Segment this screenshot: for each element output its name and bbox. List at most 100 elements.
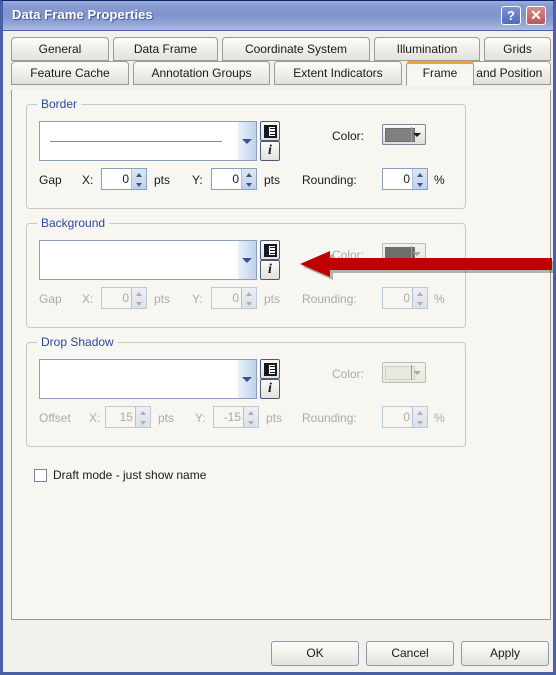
- stepper-up-icon[interactable]: [136, 407, 151, 417]
- close-icon[interactable]: ✕: [526, 6, 546, 25]
- window-title: Data Frame Properties: [12, 7, 153, 22]
- drop-shadow-offset-x-stepper[interactable]: 15: [105, 406, 151, 428]
- border-color-button[interactable]: [382, 124, 426, 145]
- tab-grids[interactable]: Grids: [484, 37, 551, 61]
- stepper-buttons[interactable]: [412, 288, 427, 308]
- drop-shadow-offset-y-value: -15: [223, 410, 241, 424]
- tab-row-bottom: Feature Cache Annotation Groups Extent I…: [11, 61, 551, 86]
- stepper-up-icon[interactable]: [242, 288, 257, 298]
- stepper-down-icon[interactable]: [242, 298, 257, 308]
- stepper-buttons[interactable]: [131, 288, 146, 308]
- background-symbol-combo[interactable]: [39, 240, 257, 280]
- background-style-ref-icon[interactable]: i: [260, 260, 280, 280]
- drop-shadow-symbol-combo[interactable]: [39, 359, 257, 399]
- background-x-label: X:: [82, 292, 94, 306]
- stepper-up-icon[interactable]: [132, 169, 147, 179]
- color-divider: [411, 365, 412, 380]
- draft-mode-checkbox[interactable]: [34, 468, 47, 482]
- stepper-up-icon[interactable]: [132, 288, 147, 298]
- drop-shadow-rounding-label: Rounding:: [302, 411, 357, 425]
- tab-extent-indicators[interactable]: Extent Indicators: [274, 61, 402, 85]
- border-style-ref-icon[interactable]: i: [260, 141, 280, 161]
- stepper-buttons[interactable]: [241, 169, 256, 189]
- chevron-down-icon: [413, 251, 421, 256]
- tab-general[interactable]: General: [11, 37, 109, 61]
- stepper-down-icon[interactable]: [244, 417, 259, 427]
- chevron-down-icon[interactable]: [238, 122, 256, 160]
- ok-button[interactable]: OK: [271, 641, 359, 666]
- chevron-down-icon[interactable]: [238, 360, 256, 398]
- background-gap-y-value: 0: [232, 291, 239, 305]
- drop-shadow-symbol-list-icon[interactable]: [260, 359, 280, 379]
- border-symbol-list-icon[interactable]: [260, 121, 280, 141]
- background-x-units: pts: [154, 292, 171, 306]
- drop-shadow-style-ref-icon[interactable]: i: [260, 379, 280, 399]
- tab-data-frame[interactable]: Data Frame: [113, 37, 218, 61]
- stepper-buttons[interactable]: [412, 169, 427, 189]
- stepper-down-icon[interactable]: [136, 417, 151, 427]
- stepper-down-icon[interactable]: [132, 179, 147, 189]
- apply-button[interactable]: Apply: [461, 641, 549, 666]
- drop-shadow-offset-y-stepper[interactable]: -15: [213, 406, 259, 428]
- drop-shadow-group: Drop Shadow i Color: Offset X: 15 pts Y:…: [26, 335, 466, 447]
- drop-shadow-rounding-units: %: [434, 411, 445, 425]
- drop-shadow-rounding-value: 0: [403, 410, 410, 424]
- border-gap-x-stepper[interactable]: 0: [101, 168, 147, 190]
- cancel-button[interactable]: Cancel: [366, 641, 454, 666]
- data-frame-properties-dialog: Data Frame Properties ? ✕ General Data F…: [0, 0, 556, 675]
- title-bar[interactable]: Data Frame Properties ? ✕: [3, 1, 553, 31]
- border-gap-label: Gap: [39, 173, 62, 187]
- stepper-down-icon[interactable]: [413, 298, 428, 308]
- border-gap-y-value: 0: [232, 172, 239, 186]
- background-gap-x-stepper[interactable]: 0: [101, 287, 147, 309]
- background-symbol-list-icon[interactable]: [260, 240, 280, 260]
- stepper-down-icon[interactable]: [413, 179, 428, 189]
- background-gap-x-value: 0: [122, 291, 129, 305]
- stepper-buttons[interactable]: [412, 407, 427, 427]
- background-group-label: Background: [37, 216, 110, 230]
- stepper-up-icon[interactable]: [413, 407, 428, 417]
- drop-shadow-x-label: X:: [89, 411, 101, 425]
- background-rounding-stepper[interactable]: 0: [382, 287, 428, 309]
- border-symbol-combo[interactable]: [39, 121, 257, 161]
- tab-frame[interactable]: Frame: [406, 61, 474, 86]
- tab-strip: General Data Frame Coordinate System Ill…: [11, 37, 551, 91]
- symbol-list-glyph: [264, 125, 277, 138]
- stepper-buttons[interactable]: [241, 288, 256, 308]
- tab-annotation-groups[interactable]: Annotation Groups: [133, 61, 270, 85]
- chevron-down-icon[interactable]: [238, 241, 256, 279]
- stepper-up-icon[interactable]: [413, 169, 428, 179]
- background-y-units: pts: [264, 292, 281, 306]
- stepper-down-icon[interactable]: [132, 298, 147, 308]
- background-color-button[interactable]: [382, 243, 426, 264]
- stepper-buttons[interactable]: [131, 169, 146, 189]
- border-x-label: X:: [82, 173, 94, 187]
- border-gap-x-value: 0: [122, 172, 129, 186]
- border-group: Border i Color: Gap X: 0 pts Y: 0 pts Ro…: [26, 97, 466, 209]
- background-rounding-units: %: [434, 292, 445, 306]
- stepper-up-icon[interactable]: [242, 169, 257, 179]
- help-icon[interactable]: ?: [501, 6, 521, 25]
- border-symbol-preview: [50, 141, 222, 142]
- stepper-up-icon[interactable]: [244, 407, 259, 417]
- border-gap-y-stepper[interactable]: 0: [211, 168, 257, 190]
- tab-illumination[interactable]: Illumination: [374, 37, 480, 61]
- tab-feature-cache[interactable]: Feature Cache: [11, 61, 129, 85]
- background-gap-y-stepper[interactable]: 0: [211, 287, 257, 309]
- italic-i-glyph: i: [268, 381, 272, 396]
- drop-shadow-color-button[interactable]: [382, 362, 426, 383]
- border-rounding-label: Rounding:: [302, 173, 357, 187]
- draft-mode-checkbox-row[interactable]: Draft mode - just show name: [34, 468, 206, 482]
- background-color-label: Color:: [332, 248, 365, 262]
- stepper-up-icon[interactable]: [413, 288, 428, 298]
- stepper-down-icon[interactable]: [242, 179, 257, 189]
- drop-shadow-rounding-stepper[interactable]: 0: [382, 406, 428, 428]
- tab-coordinate-system[interactable]: Coordinate System: [222, 37, 370, 61]
- stepper-buttons[interactable]: [243, 407, 258, 427]
- background-rounding-value: 0: [403, 291, 410, 305]
- border-x-units: pts: [154, 173, 171, 187]
- drop-shadow-offset-x-value: 15: [119, 410, 133, 424]
- stepper-down-icon[interactable]: [413, 417, 428, 427]
- border-rounding-stepper[interactable]: 0: [382, 168, 428, 190]
- stepper-buttons[interactable]: [135, 407, 150, 427]
